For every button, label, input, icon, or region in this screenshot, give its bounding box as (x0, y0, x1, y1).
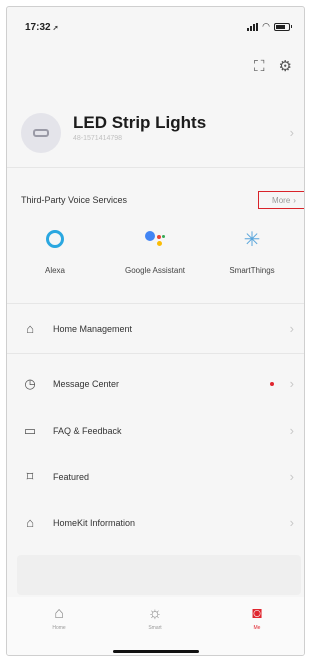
unread-badge (270, 382, 274, 386)
phone-screen: 17:32 ➚ ◠ ⛶ ⚙ LED Strip Lights 48-1571414… (6, 6, 305, 656)
homekit-icon: ⌂ (26, 515, 34, 530)
menu-label: FAQ & Feedback (53, 426, 122, 436)
message-icon: ◷ (24, 376, 36, 391)
google-assistant-icon (143, 229, 167, 249)
status-time: 17:32 ➚ (25, 22, 58, 33)
wifi-icon: ◠ (262, 21, 270, 31)
menu-label: Home Management (53, 324, 133, 334)
status-indicators: ◠ (247, 21, 292, 31)
alexa-icon (46, 230, 64, 248)
home-indicator (113, 650, 199, 653)
chevron-right-icon: › (289, 515, 294, 530)
menu-label: HomeKit Information (53, 518, 136, 528)
scan-icon[interactable]: ⛶ (254, 59, 265, 74)
home-icon: ⌂ (54, 605, 64, 622)
divider (7, 167, 304, 168)
status-time-text: 17:32 (25, 22, 51, 33)
tab-me[interactable]: ◙ Me (227, 605, 287, 631)
menu-homekit-information[interactable]: ⌂ HomeKit Information › (7, 505, 304, 541)
service-label: Google Assistant (124, 266, 186, 275)
status-bar: 17:32 ➚ ◠ (7, 7, 304, 47)
chevron-right-icon: › (289, 321, 294, 336)
service-label: SmartThings (229, 266, 275, 275)
bookmark-icon: ⌑ (26, 469, 34, 484)
chevron-right-icon: › (289, 469, 294, 484)
chevron-right-icon: › (293, 195, 296, 205)
device-name: LED Strip Lights (73, 113, 207, 132)
menu-label: Message Center (53, 379, 120, 389)
device-profile-row[interactable]: LED Strip Lights 48-1571414798 › (7, 99, 304, 153)
menu-message-center[interactable]: ◷ Message Center › (7, 366, 304, 402)
chevron-right-icon: › (289, 423, 294, 438)
location-icon: ➚ (52, 25, 59, 32)
more-label: More (272, 195, 291, 205)
me-icon: ◙ (252, 605, 262, 622)
battery-icon (274, 22, 292, 31)
menu-label: Featured (53, 472, 90, 482)
tab-bar: ⌂ Home ☼ Smart ◙ Me (7, 597, 304, 655)
divider (7, 353, 304, 354)
service-label: Alexa (44, 266, 65, 275)
signal-icon (247, 22, 259, 31)
empty-panel (17, 555, 301, 595)
house-icon: ⌂ (26, 321, 34, 336)
smart-icon: ☼ (147, 605, 163, 622)
top-actions: ⛶ ⚙ (254, 59, 292, 74)
chevron-right-icon: › (289, 125, 294, 140)
menu-home-management[interactable]: ⌂ Home Management › (7, 311, 304, 347)
more-button[interactable]: More › (258, 191, 304, 209)
smartthings-icon: ✳ (243, 228, 261, 251)
device-id: 48-1571414798 (73, 135, 123, 142)
chevron-right-icon: › (289, 376, 294, 391)
tab-smart[interactable]: ☼ Smart (125, 605, 185, 631)
tab-label: Home (52, 625, 66, 631)
settings-icon[interactable]: ⚙ (279, 59, 292, 74)
menu-faq-feedback[interactable]: ▭ FAQ & Feedback › (7, 413, 304, 449)
divider (7, 303, 304, 304)
service-alexa[interactable]: Alexa (10, 225, 100, 275)
tab-home[interactable]: ⌂ Home (29, 605, 89, 631)
tab-label: Smart (148, 625, 162, 631)
service-google-assistant[interactable]: Google Assistant (110, 225, 200, 275)
voice-services-title: Third-Party Voice Services (21, 195, 128, 205)
device-avatar (21, 113, 61, 153)
faq-icon: ▭ (23, 423, 37, 438)
service-smartthings[interactable]: ✳ SmartThings (207, 225, 297, 276)
menu-featured[interactable]: ⌑ Featured › (7, 459, 304, 495)
tab-label: Me (253, 625, 261, 631)
